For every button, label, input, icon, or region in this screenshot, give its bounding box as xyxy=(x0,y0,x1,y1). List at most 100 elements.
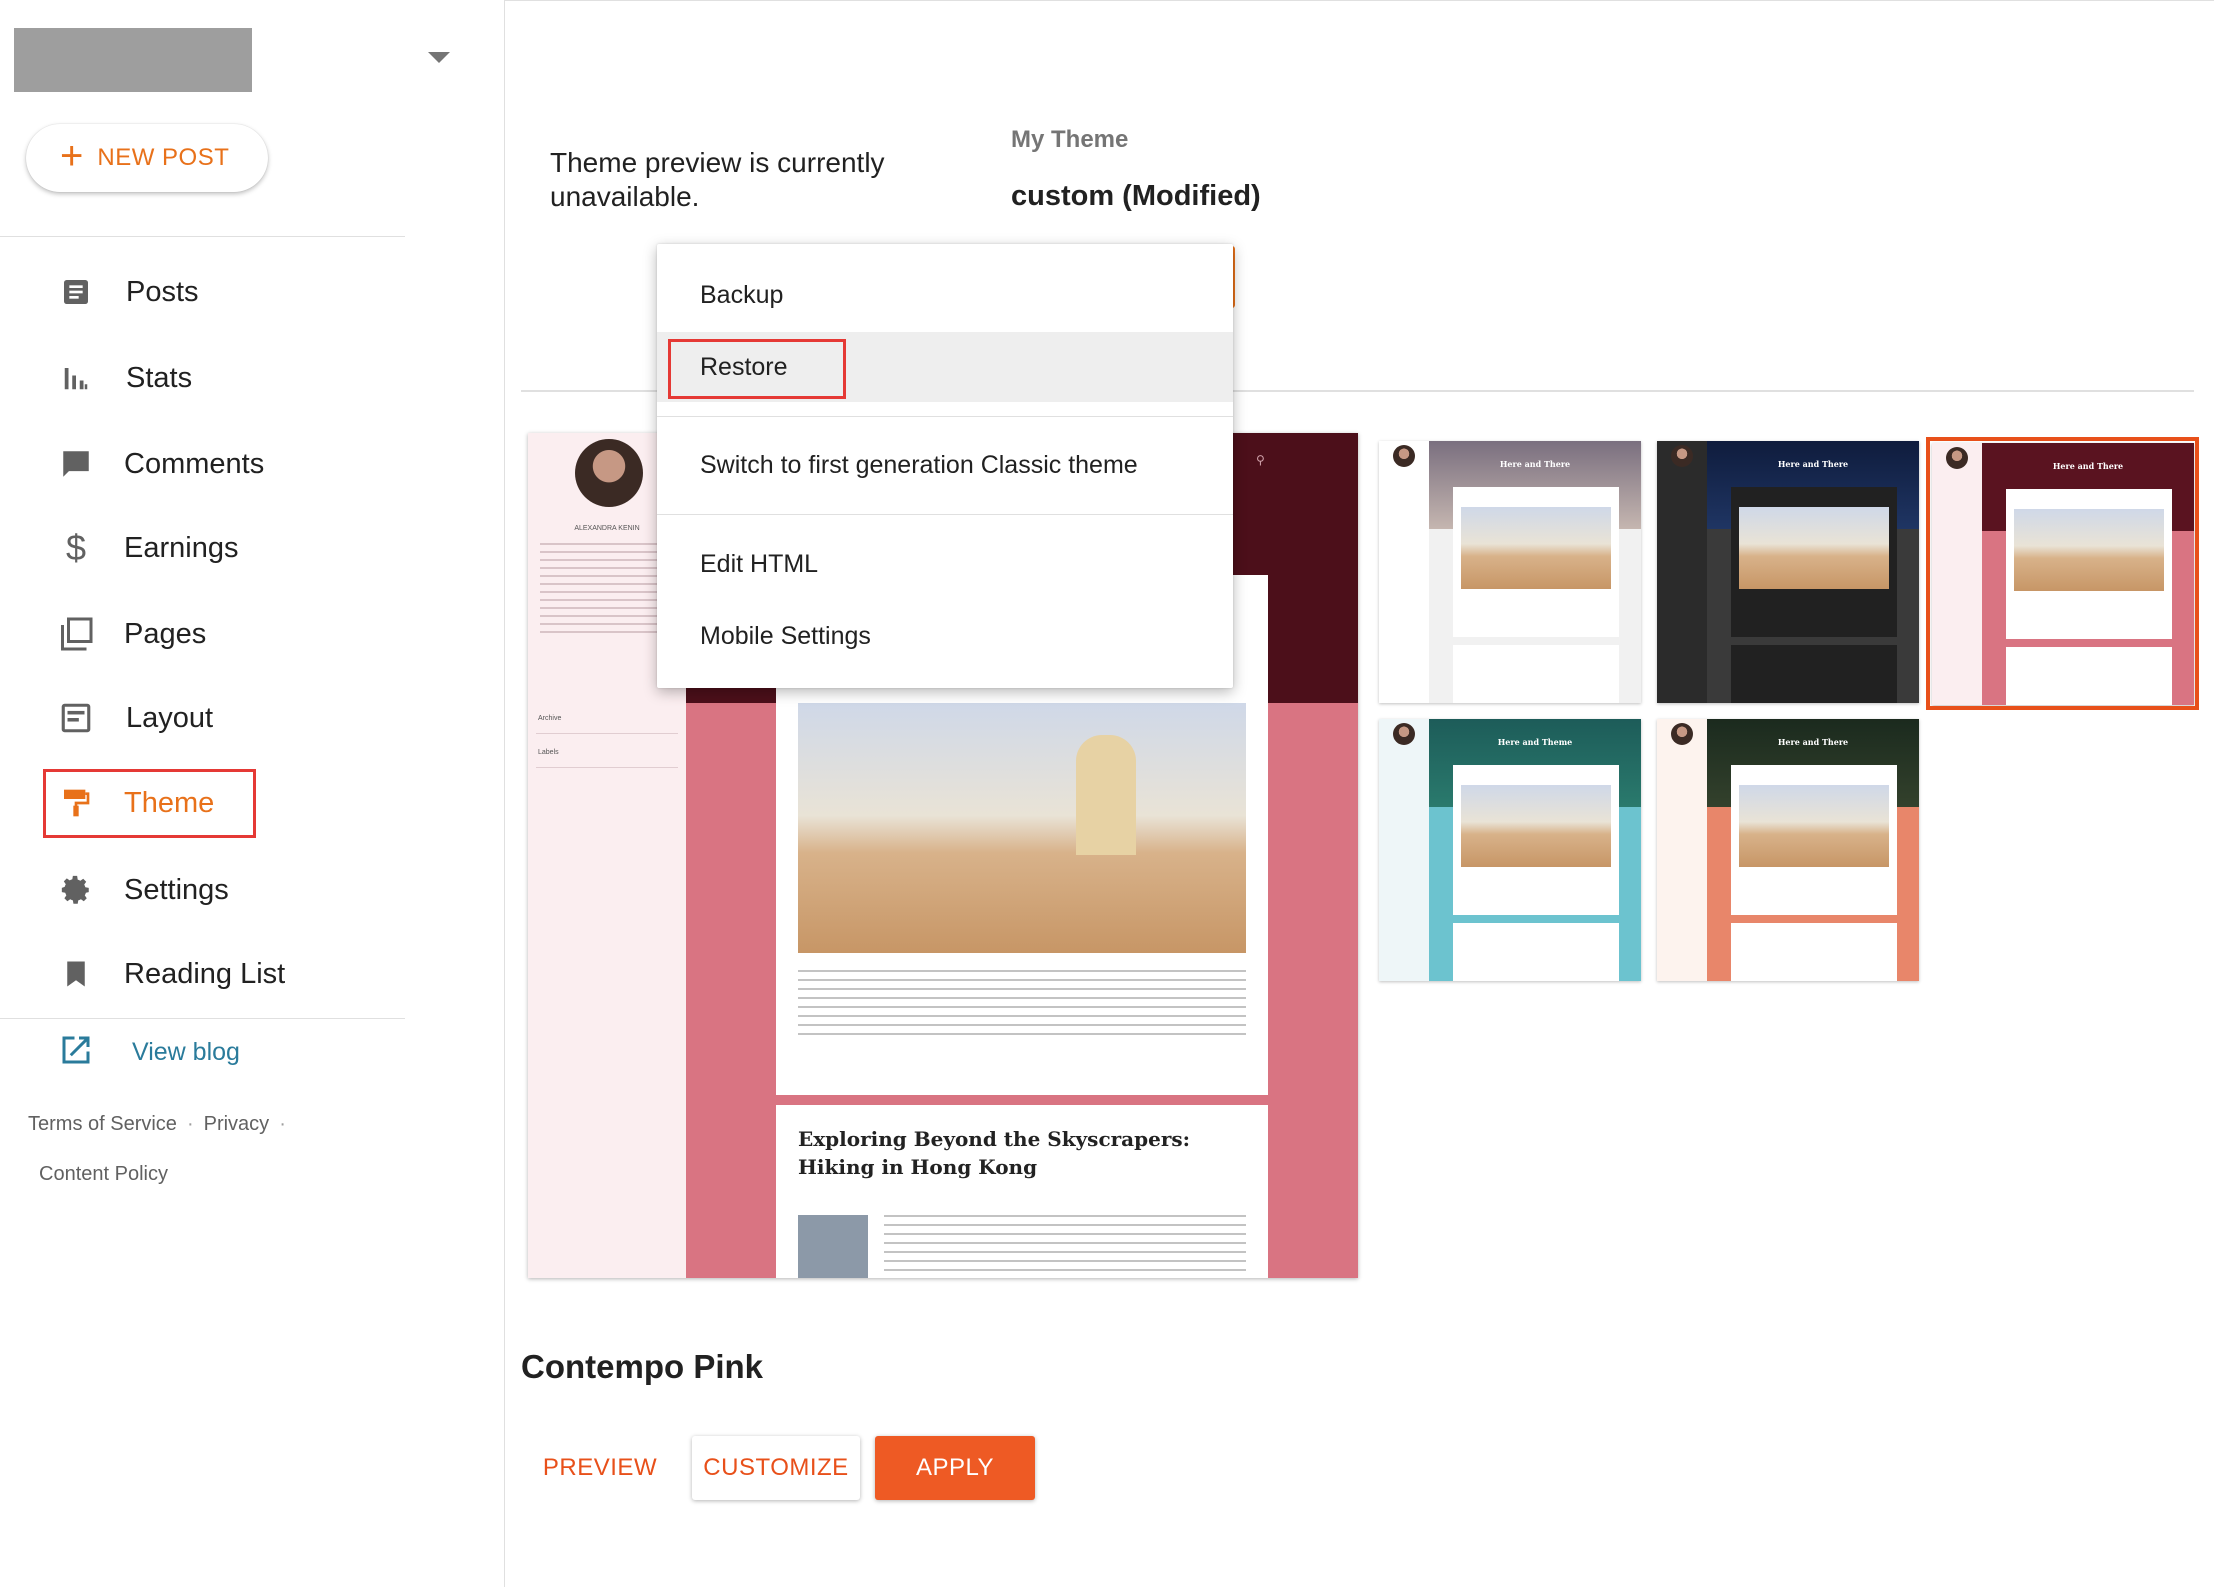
sidebar: + NEW POST Posts Stats Comments $ Earnin… xyxy=(0,0,505,1587)
sidebar-item-label: Earnings xyxy=(124,531,239,564)
paint-roller-icon xyxy=(56,783,96,823)
bookmark-icon xyxy=(56,954,96,994)
preview-post-excerpt xyxy=(884,1215,1246,1278)
sidebar-divider xyxy=(0,1018,405,1019)
thumb-card xyxy=(2006,647,2172,705)
menu-item-mobile-settings[interactable]: Mobile Settings xyxy=(657,601,1233,671)
menu-item-edit-html[interactable]: Edit HTML xyxy=(657,529,1233,599)
sidebar-item-label: Pages xyxy=(124,617,207,650)
plus-icon: + xyxy=(60,134,84,178)
sidebar-item-label: Stats xyxy=(126,361,193,394)
theme-options-menu: Backup Restore Switch to first generatio… xyxy=(657,244,1233,688)
menu-item-restore[interactable]: Restore xyxy=(657,332,1233,402)
thumb-image xyxy=(2014,509,2164,591)
thumb-sidebar xyxy=(1657,719,1707,981)
thumb-sidebar xyxy=(1932,443,1982,705)
menu-item-switch-classic[interactable]: Switch to first generation Classic theme xyxy=(657,430,1233,500)
view-blog-link[interactable]: View blog xyxy=(58,1032,240,1073)
sidebar-item-reading-list[interactable]: Reading List xyxy=(56,944,416,1004)
thumb-title: Here and Theme xyxy=(1497,737,1573,747)
separator-dot: · xyxy=(279,1113,286,1135)
theme-thumbnail-contempo-orange[interactable]: Here and There xyxy=(1657,719,1919,981)
thumb-avatar xyxy=(1671,723,1693,745)
thumb-title: Here and There xyxy=(1777,459,1849,469)
chevron-down-icon[interactable] xyxy=(428,52,450,63)
preview-post-image-tower xyxy=(1076,735,1136,855)
menu-divider xyxy=(657,514,1233,515)
search-icon: ⚲ xyxy=(1256,453,1265,467)
sidebar-item-label: Comments xyxy=(124,447,265,480)
preview-avatar xyxy=(575,439,643,507)
dollar-icon: $ xyxy=(65,527,87,568)
content-policy-link[interactable]: Content Policy xyxy=(39,1163,168,1186)
terms-link[interactable]: Terms of Service xyxy=(28,1113,177,1135)
thumb-card xyxy=(1453,923,1619,981)
thumb-title: Here and There xyxy=(2052,461,2124,471)
thumb-avatar xyxy=(1393,723,1415,745)
layout-icon xyxy=(56,698,96,738)
thumb-sidebar xyxy=(1379,719,1429,981)
separator-dot: · xyxy=(186,1113,194,1135)
theme-thumbnail-contempo-dark[interactable]: Here and There xyxy=(1657,441,1919,703)
new-post-label: NEW POST xyxy=(97,144,230,171)
sidebar-item-label: Settings xyxy=(124,873,229,906)
thumb-sidebar xyxy=(1657,441,1707,703)
sidebar-item-theme[interactable]: Theme xyxy=(56,773,416,833)
thumb-image xyxy=(1461,507,1611,589)
thumb-avatar xyxy=(1671,445,1693,467)
thumb-image xyxy=(1739,507,1889,589)
privacy-link[interactable]: Privacy xyxy=(204,1113,270,1135)
thumb-title: Here and There xyxy=(1777,737,1849,747)
preview-post-text xyxy=(798,970,1246,1040)
preview-post-image xyxy=(798,703,1246,953)
footer-links: Terms of Service · Privacy · xyxy=(28,1113,296,1136)
sidebar-divider xyxy=(0,236,405,237)
thumb-card xyxy=(1731,645,1897,703)
sidebar-item-posts[interactable]: Posts xyxy=(56,262,416,322)
sidebar-item-label: Posts xyxy=(126,275,199,308)
my-theme-label: My Theme xyxy=(1011,126,1129,153)
thumb-avatar xyxy=(1946,447,1968,469)
comments-icon xyxy=(56,444,96,484)
theme-thumbnail-contempo-pink[interactable]: Here and There xyxy=(1932,443,2194,705)
theme-thumbnail-contempo-aqua[interactable]: Here and Theme xyxy=(1379,719,1641,981)
selected-theme-title: Contempo Pink xyxy=(521,1348,764,1385)
thumb-sidebar xyxy=(1379,441,1429,703)
thumb-image xyxy=(1461,785,1611,867)
sidebar-item-pages[interactable]: Pages xyxy=(56,604,416,664)
sidebar-item-label: Layout xyxy=(126,701,214,734)
posts-icon xyxy=(56,272,96,312)
menu-item-backup[interactable]: Backup xyxy=(657,260,1233,330)
sidebar-item-comments[interactable]: Comments xyxy=(56,434,416,494)
sidebar-item-layout[interactable]: Layout xyxy=(56,688,416,748)
gear-icon xyxy=(56,870,96,910)
preview-archive-label: Archive xyxy=(538,715,562,722)
external-link-icon xyxy=(58,1032,94,1073)
thumb-card xyxy=(1731,923,1897,981)
theme-thumbnail-contempo-light[interactable]: Here and There xyxy=(1379,441,1641,703)
thumb-image xyxy=(1739,785,1889,867)
customize-button[interactable]: CUSTOMIZE xyxy=(692,1436,860,1500)
sidebar-item-settings[interactable]: Settings xyxy=(56,860,416,920)
thumb-avatar xyxy=(1393,445,1415,467)
preview-post-card-2: Exploring Beyond the Skyscrapers: Hiking… xyxy=(776,1105,1268,1278)
view-blog-label: View blog xyxy=(132,1038,240,1066)
my-theme-name: custom (Modified) xyxy=(1011,180,1261,212)
sidebar-item-earnings[interactable]: $ Earnings xyxy=(56,518,416,578)
preview-post-title: Exploring Beyond the Skyscrapers: Hiking… xyxy=(798,1127,1191,1179)
sidebar-item-label: Reading List xyxy=(124,957,286,990)
pages-icon xyxy=(56,614,96,654)
preview-bio-text xyxy=(540,543,674,639)
thumb-card xyxy=(1453,645,1619,703)
blog-selector[interactable] xyxy=(14,28,252,92)
preview-divider xyxy=(536,733,678,734)
preview-button[interactable]: PREVIEW xyxy=(526,1436,674,1500)
stats-icon xyxy=(56,358,96,398)
preview-unavailable-message: Theme preview is currently unavailable. xyxy=(550,147,885,212)
sidebar-item-stats[interactable]: Stats xyxy=(56,348,416,408)
sidebar-item-label: Theme xyxy=(124,786,215,819)
menu-divider xyxy=(657,416,1233,417)
new-post-button[interactable]: + NEW POST xyxy=(26,124,268,192)
top-border xyxy=(505,0,2214,1)
apply-button[interactable]: APPLY xyxy=(875,1436,1035,1500)
